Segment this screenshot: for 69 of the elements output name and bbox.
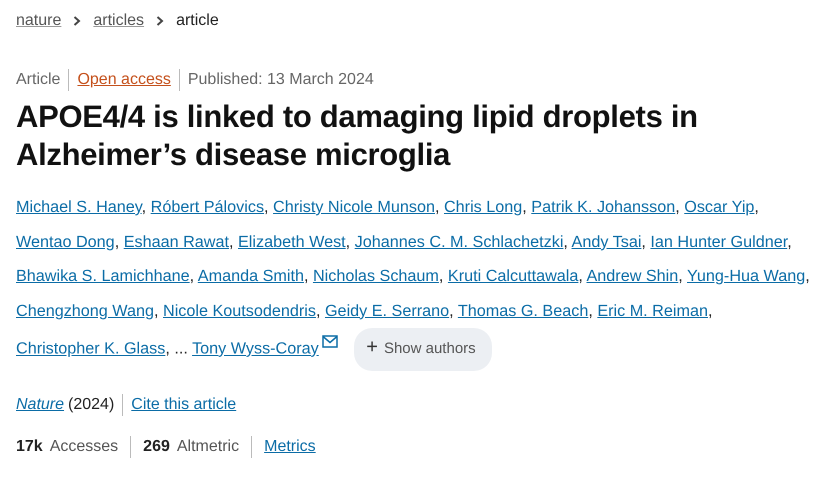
comma-separator: , bbox=[588, 302, 593, 320]
metric-name: Altmetric bbox=[176, 436, 240, 456]
author-link[interactable]: Andrew Shin bbox=[586, 267, 678, 285]
comma-separator: , bbox=[304, 267, 308, 285]
comma-separator: , bbox=[754, 198, 759, 216]
publish-date: Published: 13 March 2024 bbox=[188, 70, 374, 90]
article-type: Article bbox=[16, 70, 60, 90]
author-link[interactable]: Amanda Smith bbox=[198, 267, 304, 285]
chevron-icon bbox=[73, 16, 82, 26]
author-link[interactable]: Eshaan Rawat bbox=[124, 232, 229, 250]
comma-separator: , bbox=[678, 267, 683, 285]
author-link[interactable]: Chengzhong Wang bbox=[16, 302, 154, 320]
author-link[interactable]: Yung-Hua Wang bbox=[687, 267, 806, 285]
author-link[interactable]: Nicole Koutsodendris bbox=[163, 302, 316, 320]
breadcrumb-link[interactable]: nature bbox=[16, 9, 62, 33]
author-link[interactable]: Kruti Calcuttawala bbox=[448, 267, 578, 285]
metric-count: 269 bbox=[143, 436, 170, 456]
article-title: APOE4/4 is linked to damaging lipid droplets in Alzheimer’s disease microglia bbox=[16, 98, 699, 174]
author-link[interactable]: Oscar Yip bbox=[684, 198, 754, 216]
comma-separator: , bbox=[165, 340, 170, 358]
ellipsis: ... bbox=[174, 340, 188, 358]
comma-separator: , bbox=[434, 198, 440, 216]
journal-link[interactable]: Nature bbox=[16, 392, 64, 416]
author-link[interactable]: Johannes C. M. Schlachetzki bbox=[354, 232, 564, 250]
comma-separator: , bbox=[708, 302, 712, 320]
author-link[interactable]: Tony Wyss-Coray bbox=[192, 340, 319, 358]
author-link[interactable]: Andy Tsai bbox=[572, 232, 642, 250]
breadcrumb-current: article bbox=[176, 11, 219, 31]
comma-separator: , bbox=[142, 198, 146, 216]
comma-separator: , bbox=[438, 267, 444, 285]
author-link[interactable]: Geidy E. Serrano bbox=[324, 302, 450, 320]
author-link[interactable]: Michael S. Haney bbox=[16, 198, 142, 216]
author-link[interactable]: Wentao Dong bbox=[16, 232, 115, 250]
metric-name: Accesses bbox=[50, 436, 118, 456]
author-link[interactable]: Róbert Pálovics bbox=[150, 198, 264, 216]
comma-separator: , bbox=[114, 232, 120, 250]
open-access-link[interactable]: Open access bbox=[77, 68, 171, 92]
publication-year: (2024) bbox=[68, 394, 114, 414]
cite-article-link[interactable]: Cite this article bbox=[131, 392, 236, 416]
author-link[interactable]: Eric M. Reiman bbox=[597, 302, 708, 320]
author-link[interactable]: Nicholas Schaum bbox=[312, 267, 439, 285]
chevron-icon bbox=[156, 16, 164, 26]
comma-separator: , bbox=[190, 267, 194, 285]
show-authors-button[interactable]: + Show authors bbox=[354, 328, 492, 370]
comma-separator: , bbox=[522, 198, 527, 216]
author-link[interactable]: Thomas G. Beach bbox=[458, 302, 588, 320]
metric-count: 17k bbox=[16, 436, 43, 456]
comma-separator: , bbox=[154, 302, 158, 320]
comma-separator: , bbox=[805, 267, 810, 285]
comma-separator: , bbox=[316, 302, 320, 320]
comma-separator: , bbox=[563, 232, 568, 250]
comma-separator: , bbox=[346, 232, 350, 250]
comma-separator: , bbox=[229, 232, 234, 250]
author-link[interactable]: Christopher K. Glass bbox=[16, 340, 166, 358]
author-link[interactable]: Elizabeth West bbox=[238, 232, 346, 250]
comma-separator: , bbox=[264, 198, 269, 216]
author-link[interactable]: Bhawika S. Lamichhane bbox=[16, 267, 190, 285]
comma-separator: , bbox=[449, 302, 454, 320]
comma-separator: , bbox=[675, 198, 680, 216]
author-link[interactable]: Ian Hunter Guldner bbox=[650, 232, 788, 250]
comma-separator: , bbox=[578, 267, 583, 285]
breadcrumb-link[interactable]: articles bbox=[93, 9, 144, 33]
comma-separator: , bbox=[787, 232, 792, 250]
comma-separator: , bbox=[641, 232, 646, 250]
metrics-link[interactable]: Metrics bbox=[264, 434, 316, 458]
author-link[interactable]: Christy Nicole Munson bbox=[273, 198, 435, 216]
email-icon[interactable] bbox=[322, 334, 338, 348]
author-link[interactable]: Patrik K. Johansson bbox=[531, 198, 676, 216]
author-link[interactable]: Chris Long bbox=[444, 198, 522, 216]
